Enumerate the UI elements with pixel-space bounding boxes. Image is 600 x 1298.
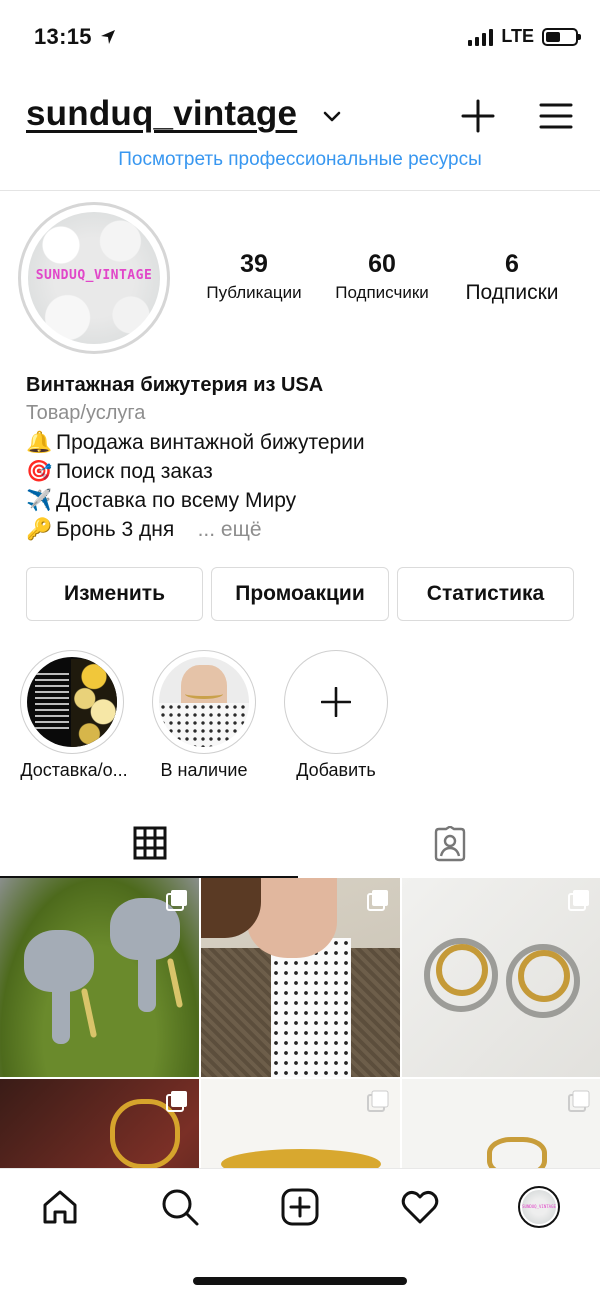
status-time: 13:15 <box>34 24 116 50</box>
carousel-icon <box>166 890 187 911</box>
tab-tagged[interactable] <box>300 812 600 878</box>
bio-category: Товар/услуга <box>26 402 146 424</box>
stat-posts[interactable]: 39 Публикации <box>195 250 313 303</box>
profile-header: sunduq_vintage <box>0 88 600 148</box>
bio-name: Винтажная бижутерия из USA <box>26 374 324 396</box>
profile-stats: 39 Публикации 60 Подписчики 6 Подписки <box>195 250 575 310</box>
bio-line: 🔔 Продажа винтажной бижутерии <box>26 428 576 457</box>
status-indicators: LTE <box>468 26 581 47</box>
profile-tabs <box>0 812 600 878</box>
signal-icon <box>468 28 494 46</box>
bio-more-link[interactable]: ... ещё <box>198 518 262 541</box>
profile-avatar[interactable]: SUNDUQ_VINTAGE <box>28 212 160 344</box>
key-icon: 🔑 <box>26 518 53 541</box>
highlight-cover[interactable] <box>20 650 124 754</box>
posts-grid <box>0 878 600 1168</box>
highlight-item[interactable]: Доставка/о... <box>18 650 128 781</box>
post-thumbnail[interactable] <box>402 1079 600 1168</box>
stat-value: 6 <box>505 250 519 278</box>
stat-value: 39 <box>240 250 268 278</box>
carousel-icon <box>367 890 388 911</box>
professional-dashboard-link[interactable]: Посмотреть профессиональные ресурсы <box>0 148 600 170</box>
add-highlight[interactable]: Добавить <box>282 650 390 781</box>
network-type: LTE <box>501 26 534 46</box>
menu-icon[interactable] <box>538 98 574 134</box>
post-thumbnail[interactable] <box>201 878 400 1077</box>
tagged-icon <box>434 826 466 862</box>
status-bar: 13:15 LTE <box>0 0 600 72</box>
avatar-logo-text: SUNDUQ_VINTAGE <box>35 268 153 283</box>
post-thumbnail[interactable] <box>402 878 600 1077</box>
divider <box>0 190 600 191</box>
profile-bio: Винтажная бижутерия из USA Товар/услуга … <box>26 372 576 544</box>
highlight-label: Доставка/о... <box>20 760 128 780</box>
carousel-icon <box>568 1090 590 1112</box>
plus-icon[interactable] <box>460 98 496 134</box>
plus-icon <box>321 687 351 717</box>
profile-tab-avatar[interactable]: SUNDUQ_VINTAGE <box>518 1186 560 1228</box>
highlight-item[interactable]: В наличие <box>150 650 258 781</box>
carousel-icon <box>367 1090 389 1112</box>
post-thumbnail[interactable] <box>201 1079 400 1168</box>
target-icon: 🎯 <box>26 460 53 483</box>
highlight-cover[interactable] <box>152 650 256 754</box>
stat-value: 60 <box>368 250 396 278</box>
tab-posts-grid[interactable] <box>0 812 300 878</box>
post-thumbnail[interactable] <box>0 1079 199 1168</box>
stat-following[interactable]: 6 Подписки <box>453 250 571 305</box>
bio-line: 🔑 Бронь 3 дня ... ещё <box>26 515 576 544</box>
home-indicator[interactable] <box>193 1277 407 1285</box>
bell-icon: 🔔 <box>26 431 53 454</box>
stat-label: Подписчики <box>335 283 429 302</box>
stat-label: Публикации <box>206 283 302 302</box>
insights-button[interactable]: Статистика <box>397 567 574 621</box>
search-icon[interactable] <box>160 1187 200 1227</box>
bio-line: ✈️ Доставка по всему Миру <box>26 486 576 515</box>
highlight-label: В наличие <box>160 760 248 780</box>
bio-line: 🎯 Поиск под заказ <box>26 457 576 486</box>
bottom-navigation: SUNDUQ_VINTAGE <box>0 1168 600 1248</box>
heart-icon[interactable] <box>400 1187 440 1227</box>
edit-profile-button[interactable]: Изменить <box>26 567 203 621</box>
profile-avatar-ring[interactable]: SUNDUQ_VINTAGE <box>18 202 170 354</box>
username-switcher[interactable]: sunduq_vintage <box>26 94 297 134</box>
promotions-button[interactable]: Промоакции <box>211 567 389 621</box>
airplane-icon: ✈️ <box>26 489 53 512</box>
grid-icon <box>133 826 167 860</box>
location-arrow-icon <box>101 30 116 44</box>
home-icon[interactable] <box>40 1187 80 1227</box>
stat-followers[interactable]: 60 Подписчики <box>323 250 441 303</box>
chevron-down-icon[interactable] <box>322 106 342 126</box>
add-highlight-button[interactable] <box>284 650 388 754</box>
highlight-label: Добавить <box>296 760 376 780</box>
stat-label: Подписки <box>465 281 559 304</box>
new-post-icon[interactable] <box>280 1187 320 1227</box>
carousel-icon <box>166 1091 187 1112</box>
post-thumbnail[interactable] <box>0 878 199 1077</box>
battery-icon <box>542 27 581 46</box>
carousel-icon <box>568 890 589 911</box>
